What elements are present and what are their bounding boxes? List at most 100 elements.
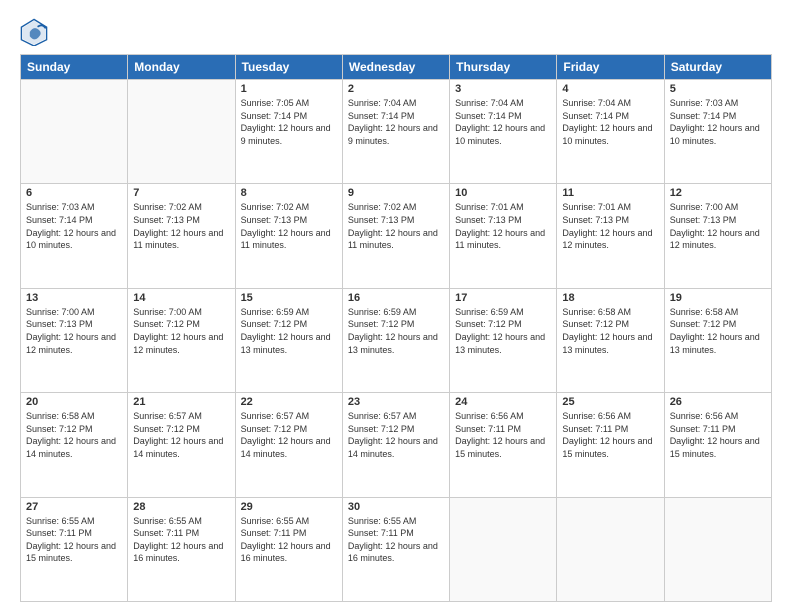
day-cell: 16 Sunrise: 6:59 AM Sunset: 7:12 PM Dayli… [342,288,449,392]
day-info: Sunrise: 6:56 AM Sunset: 7:11 PM Dayligh… [455,410,551,460]
day-cell: 9 Sunrise: 7:02 AM Sunset: 7:13 PM Daylig… [342,184,449,288]
day-cell [450,497,557,601]
day-number: 12 [670,187,766,199]
day-number: 2 [348,83,444,95]
weekday-thursday: Thursday [450,55,557,80]
weekday-header-row: SundayMondayTuesdayWednesdayThursdayFrid… [21,55,772,80]
day-cell: 2Sunrise: 7:04 AM Sunset: 7:14 PM Daylig… [342,80,449,184]
week-row-2: 6 Sunrise: 7:03 AM Sunset: 7:14 PM Daylig… [21,184,772,288]
week-row-4: 20 Sunrise: 6:58 AM Sunset: 7:12 PM Dayli… [21,393,772,497]
day-info: Sunrise: 6:56 AM Sunset: 7:11 PM Dayligh… [562,410,658,460]
day-cell: 30 Sunrise: 6:55 AM Sunset: 7:11 PM Dayli… [342,497,449,601]
day-info: Sunrise: 6:58 AM Sunset: 7:12 PM Dayligh… [562,306,658,356]
day-number: 25 [562,396,658,408]
day-cell: 15 Sunrise: 6:59 AM Sunset: 7:12 PM Dayli… [235,288,342,392]
day-number: 21 [133,396,229,408]
day-info: Sunrise: 7:05 AM Sunset: 7:14 PM Dayligh… [241,97,337,147]
day-number: 19 [670,292,766,304]
day-info: Sunrise: 7:02 AM Sunset: 7:13 PM Dayligh… [348,201,444,251]
weekday-tuesday: Tuesday [235,55,342,80]
day-info: Sunrise: 7:03 AM Sunset: 7:14 PM Dayligh… [670,97,766,147]
day-cell: 19 Sunrise: 6:58 AM Sunset: 7:12 PM Dayli… [664,288,771,392]
day-number: 7 [133,187,229,199]
day-cell: 28Sunrise: 6:55 AM Sunset: 7:11 PM Dayli… [128,497,235,601]
day-number: 17 [455,292,551,304]
day-cell: 29Sunrise: 6:55 AM Sunset: 7:11 PM Dayli… [235,497,342,601]
day-cell: 22 Sunrise: 6:57 AM Sunset: 7:12 PM Dayli… [235,393,342,497]
day-number: 3 [455,83,551,95]
day-number: 16 [348,292,444,304]
day-cell: 25 Sunrise: 6:56 AM Sunset: 7:11 PM Dayli… [557,393,664,497]
weekday-friday: Friday [557,55,664,80]
day-info: Sunrise: 7:01 AM Sunset: 7:13 PM Dayligh… [455,201,551,251]
day-cell: 5 Sunrise: 7:03 AM Sunset: 7:14 PM Daylig… [664,80,771,184]
day-number: 6 [26,187,122,199]
day-cell: 24 Sunrise: 6:56 AM Sunset: 7:11 PM Dayli… [450,393,557,497]
day-number: 20 [26,396,122,408]
day-number: 18 [562,292,658,304]
day-info: Sunrise: 7:02 AM Sunset: 7:13 PM Dayligh… [241,201,337,251]
day-cell: 27 Sunrise: 6:55 AM Sunset: 7:11 PM Dayli… [21,497,128,601]
day-number: 24 [455,396,551,408]
day-cell: 20 Sunrise: 6:58 AM Sunset: 7:12 PM Dayli… [21,393,128,497]
day-number: 4 [562,83,658,95]
day-cell: 26 Sunrise: 6:56 AM Sunset: 7:11 PM Dayli… [664,393,771,497]
weekday-wednesday: Wednesday [342,55,449,80]
day-cell: 13Sunrise: 7:00 AM Sunset: 7:13 PM Dayli… [21,288,128,392]
logo-icon [20,18,48,46]
day-cell: 17 Sunrise: 6:59 AM Sunset: 7:12 PM Dayli… [450,288,557,392]
day-number: 10 [455,187,551,199]
day-info: Sunrise: 6:55 AM Sunset: 7:11 PM Dayligh… [133,515,229,565]
day-info: Sunrise: 6:58 AM Sunset: 7:12 PM Dayligh… [26,410,122,460]
day-number: 5 [670,83,766,95]
weekday-saturday: Saturday [664,55,771,80]
day-number: 9 [348,187,444,199]
day-cell: 8 Sunrise: 7:02 AM Sunset: 7:13 PM Daylig… [235,184,342,288]
day-cell: 4 Sunrise: 7:04 AM Sunset: 7:14 PM Daylig… [557,80,664,184]
day-info: Sunrise: 6:59 AM Sunset: 7:12 PM Dayligh… [455,306,551,356]
day-info: Sunrise: 7:04 AM Sunset: 7:14 PM Dayligh… [562,97,658,147]
day-cell: 7 Sunrise: 7:02 AM Sunset: 7:13 PM Daylig… [128,184,235,288]
day-info: Sunrise: 6:59 AM Sunset: 7:12 PM Dayligh… [241,306,337,356]
day-info: Sunrise: 7:02 AM Sunset: 7:13 PM Dayligh… [133,201,229,251]
day-info: Sunrise: 6:55 AM Sunset: 7:11 PM Dayligh… [26,515,122,565]
week-row-3: 13Sunrise: 7:00 AM Sunset: 7:13 PM Dayli… [21,288,772,392]
logo [20,18,52,46]
day-info: Sunrise: 7:03 AM Sunset: 7:14 PM Dayligh… [26,201,122,251]
day-info: Sunrise: 6:57 AM Sunset: 7:12 PM Dayligh… [348,410,444,460]
day-cell [21,80,128,184]
day-number: 27 [26,501,122,513]
day-info: Sunrise: 6:58 AM Sunset: 7:12 PM Dayligh… [670,306,766,356]
day-info: Sunrise: 6:57 AM Sunset: 7:12 PM Dayligh… [133,410,229,460]
day-number: 11 [562,187,658,199]
day-info: Sunrise: 7:00 AM Sunset: 7:12 PM Dayligh… [133,306,229,356]
day-info: Sunrise: 7:01 AM Sunset: 7:13 PM Dayligh… [562,201,658,251]
day-info: Sunrise: 6:57 AM Sunset: 7:12 PM Dayligh… [241,410,337,460]
day-cell: 12Sunrise: 7:00 AM Sunset: 7:13 PM Dayli… [664,184,771,288]
day-number: 8 [241,187,337,199]
day-number: 15 [241,292,337,304]
week-row-1: 1 Sunrise: 7:05 AM Sunset: 7:14 PM Daylig… [21,80,772,184]
day-number: 26 [670,396,766,408]
day-cell: 6 Sunrise: 7:03 AM Sunset: 7:14 PM Daylig… [21,184,128,288]
day-number: 30 [348,501,444,513]
day-cell: 3 Sunrise: 7:04 AM Sunset: 7:14 PM Daylig… [450,80,557,184]
day-info: Sunrise: 6:55 AM Sunset: 7:11 PM Dayligh… [348,515,444,565]
header [20,18,772,46]
day-cell: 18 Sunrise: 6:58 AM Sunset: 7:12 PM Dayli… [557,288,664,392]
day-cell: 1 Sunrise: 7:05 AM Sunset: 7:14 PM Daylig… [235,80,342,184]
day-number: 22 [241,396,337,408]
day-number: 1 [241,83,337,95]
day-info: Sunrise: 6:59 AM Sunset: 7:12 PM Dayligh… [348,306,444,356]
day-info: Sunrise: 7:04 AM Sunset: 7:14 PM Dayligh… [455,97,551,147]
weekday-sunday: Sunday [21,55,128,80]
calendar-table: SundayMondayTuesdayWednesdayThursdayFrid… [20,54,772,602]
day-info: Sunrise: 6:56 AM Sunset: 7:11 PM Dayligh… [670,410,766,460]
day-cell [664,497,771,601]
day-number: 29 [241,501,337,513]
day-cell: 14Sunrise: 7:00 AM Sunset: 7:12 PM Dayli… [128,288,235,392]
day-number: 13 [26,292,122,304]
calendar-page: SundayMondayTuesdayWednesdayThursdayFrid… [0,0,792,612]
day-cell [128,80,235,184]
week-row-5: 27 Sunrise: 6:55 AM Sunset: 7:11 PM Dayli… [21,497,772,601]
